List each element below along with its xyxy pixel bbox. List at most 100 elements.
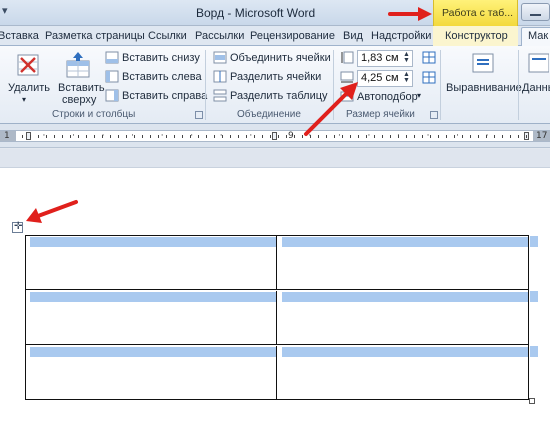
tab-view[interactable]: Вид xyxy=(343,30,363,42)
data-button[interactable]: Данны xyxy=(522,82,550,94)
split-table-icon[interactable] xyxy=(213,89,227,102)
cell-size-launcher[interactable] xyxy=(430,111,438,119)
window-title: Ворд - Microsoft Word xyxy=(196,6,316,20)
ribbon-body: Удалить ▾ Вставить сверху Вставить снизу… xyxy=(0,46,550,124)
ruler-tick xyxy=(62,135,63,138)
table-row[interactable] xyxy=(26,236,528,290)
ruler-tick xyxy=(166,135,167,138)
ruler-tick xyxy=(270,135,271,138)
ruler-tick xyxy=(478,135,479,138)
ruler-tick xyxy=(134,135,135,138)
table-cell[interactable] xyxy=(26,236,277,289)
ruler-tick xyxy=(486,135,487,138)
ruler-strip: 1 9 17 ··············· xyxy=(0,130,550,142)
table-resize-handle[interactable] xyxy=(529,398,535,404)
insert-left-icon[interactable] xyxy=(105,70,119,83)
ruler-tick xyxy=(214,135,215,138)
dropdown-icon[interactable]: ▾ xyxy=(2,4,8,17)
horizontal-ruler: 1 9 17 ··············· xyxy=(0,124,550,148)
cell-selection xyxy=(282,292,528,302)
group-separator xyxy=(518,50,519,120)
table-row[interactable] xyxy=(26,346,528,399)
tab-design[interactable]: Конструктор xyxy=(445,30,508,42)
ruler-number: 9 xyxy=(288,131,294,141)
table-cell[interactable] xyxy=(26,346,277,399)
ruler-number: · xyxy=(72,131,75,141)
tab-insert[interactable]: Вставка xyxy=(0,30,39,42)
ruler-tick xyxy=(454,135,455,138)
spin-arrows-icon[interactable]: ▲ ▼ xyxy=(402,71,411,85)
table-move-handle[interactable]: ✛ xyxy=(12,221,23,233)
ruler-tick xyxy=(390,135,391,138)
move-icon: ✛ xyxy=(14,221,23,232)
ruler-tick xyxy=(414,135,415,138)
alignment-icon[interactable] xyxy=(470,52,496,76)
tab-page-layout[interactable]: Разметка страницы xyxy=(45,30,145,42)
ruler-tick xyxy=(406,135,407,138)
tab-addins[interactable]: Надстройки xyxy=(371,30,431,42)
merge-cells-icon[interactable] xyxy=(213,51,227,64)
tab-mailings[interactable]: Рассылки xyxy=(195,30,244,42)
row-height-field[interactable]: 1,83 см ▲ ▼ xyxy=(357,50,413,67)
table[interactable] xyxy=(25,235,529,400)
cell-selection xyxy=(30,347,276,357)
insert-below-button[interactable]: Вставить снизу xyxy=(122,52,200,64)
annotation-arrow-icon xyxy=(388,7,432,21)
ruler-column-marker[interactable] xyxy=(272,132,277,140)
delete-table-icon[interactable] xyxy=(16,53,42,79)
ruler-tick xyxy=(150,135,151,138)
table-row[interactable] xyxy=(26,291,528,345)
merge-cells-button[interactable]: Объединить ячейки xyxy=(230,52,331,64)
ruler-tick xyxy=(30,135,31,138)
insert-above-label-2[interactable]: сверху xyxy=(62,94,96,106)
table-cell[interactable] xyxy=(26,291,277,344)
column-width-field[interactable]: 4,25 см ▲ ▼ xyxy=(357,70,413,87)
ruler-tick xyxy=(198,135,199,138)
distribute-rows-icon[interactable] xyxy=(422,51,436,64)
ruler-tick xyxy=(382,135,383,138)
cell-selection xyxy=(282,237,528,247)
tab-review[interactable]: Рецензирование xyxy=(250,30,335,42)
insert-left-button[interactable]: Вставить слева xyxy=(122,71,202,83)
tab-layout[interactable]: Мак xyxy=(521,27,550,47)
ruler-tick xyxy=(206,135,207,138)
group-label-rows-columns: Строки и столбцы xyxy=(52,109,136,120)
ruler-tick xyxy=(126,135,127,138)
ruler-tick xyxy=(494,135,495,138)
distribute-columns-icon[interactable] xyxy=(422,71,436,84)
ruler-tick xyxy=(526,135,527,138)
ruler-tick xyxy=(286,135,287,138)
table-cell[interactable] xyxy=(278,236,528,289)
rows-columns-launcher[interactable] xyxy=(195,111,203,119)
spin-arrows-icon[interactable]: ▲ ▼ xyxy=(402,51,411,65)
table-cell[interactable] xyxy=(278,291,528,344)
data-icon[interactable] xyxy=(527,52,549,76)
ruler-tick xyxy=(238,135,239,138)
ruler-tick xyxy=(510,135,511,138)
group-separator xyxy=(205,50,206,120)
insert-right-icon[interactable] xyxy=(105,89,119,102)
ruler-tick xyxy=(374,135,375,138)
delete-button[interactable]: Удалить xyxy=(8,82,50,94)
insert-right-button[interactable]: Вставить справа xyxy=(122,90,207,102)
ruler-tick xyxy=(262,135,263,138)
autofit-button[interactable]: Автоподбор xyxy=(357,91,418,103)
insert-above-label-1[interactable]: Вставить xyxy=(58,82,105,94)
insert-below-icon[interactable] xyxy=(105,51,119,64)
quick-access-toolbar[interactable]: ▾ xyxy=(0,4,20,20)
alignment-button[interactable]: Выравнивание xyxy=(446,82,522,94)
insert-above-icon[interactable] xyxy=(64,51,92,79)
delete-dropdown-icon[interactable]: ▾ xyxy=(22,95,26,104)
ribbon-tabs: Вставка Разметка страницы Ссылки Рассылк… xyxy=(0,26,550,47)
table-cell[interactable] xyxy=(278,346,528,399)
ruler-tick xyxy=(254,135,255,138)
ruler-tick xyxy=(278,135,279,138)
minimize-button[interactable] xyxy=(521,3,550,21)
split-cells-icon[interactable] xyxy=(213,70,227,83)
ruler-tick xyxy=(422,135,423,138)
context-tab-label: Работа с таб... xyxy=(442,7,514,19)
autofit-dropdown-icon[interactable]: ▾ xyxy=(417,91,421,100)
ruler-tick xyxy=(46,135,47,138)
ruler-tick xyxy=(246,135,247,138)
tab-references[interactable]: Ссылки xyxy=(148,30,187,42)
